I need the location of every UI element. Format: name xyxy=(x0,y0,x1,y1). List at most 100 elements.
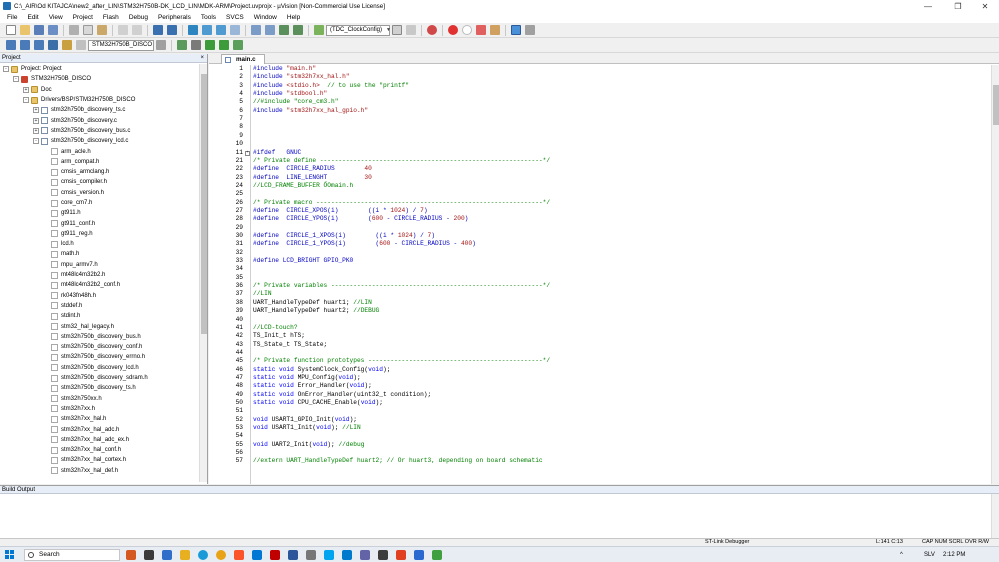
tree-item[interactable]: lcd.h xyxy=(0,239,199,249)
code-line[interactable]: 54 xyxy=(209,432,989,440)
tree-item[interactable]: stm32h7xx_hal.h xyxy=(0,414,199,424)
editor-scrollbar[interactable] xyxy=(991,65,999,484)
find-files-icon[interactable] xyxy=(314,25,324,35)
save-all-icon[interactable] xyxy=(48,25,58,35)
collapse-icon[interactable]: - xyxy=(13,76,19,83)
tree-item[interactable]: stm32h7xx_hal_conf.h xyxy=(0,445,199,455)
code-line[interactable]: 27 #define CIRCLE_XPOS(i) ((i * 1024) / 7… xyxy=(209,207,989,215)
taskbar-search-box[interactable]: Search xyxy=(24,549,120,561)
tree-item[interactable]: stm32h750b_discovery_conf.h xyxy=(0,342,199,352)
edge-browser-icon[interactable] xyxy=(198,550,208,560)
tree-item[interactable]: cmsis_armclang.h xyxy=(0,167,199,177)
comment-icon[interactable] xyxy=(279,25,289,35)
open-folder-icon[interactable] xyxy=(20,25,30,35)
fold-toggle-icon[interactable]: + xyxy=(245,150,250,156)
disable-all-breakpoints-icon[interactable] xyxy=(476,25,486,35)
code-line[interactable]: 8 xyxy=(209,123,989,131)
code-line[interactable]: 2 #include "stm32h7xx_hal.h" xyxy=(209,73,989,81)
tree-item[interactable]: - Project: Project xyxy=(0,64,199,74)
code-line[interactable]: 45 /* Private function prototypes -------… xyxy=(209,357,989,365)
expand-icon[interactable]: + xyxy=(33,107,39,114)
code-line[interactable]: 52 void USART1_GPIO_Init(void); xyxy=(209,416,989,424)
code-area[interactable]: 1 #include "main.h" 2 #include "stm32h7xx_h… xyxy=(209,65,991,484)
tree-item[interactable]: stm32h750xx.h xyxy=(0,394,199,404)
undo-icon[interactable] xyxy=(118,25,128,35)
chrome-browser-icon[interactable] xyxy=(216,550,226,560)
tree-item[interactable]: core_cm7.h xyxy=(0,198,199,208)
tree-item[interactable]: mpu_armv7.h xyxy=(0,260,199,270)
code-line[interactable]: 9 xyxy=(209,132,989,140)
close-panel-icon[interactable]: × xyxy=(200,54,204,63)
copy-icon[interactable] xyxy=(83,25,93,35)
tree-item[interactable]: stm32h750b_discovery_lcd.h xyxy=(0,363,199,373)
tree-item[interactable]: stm32h750b_discovery_sdram.h xyxy=(0,373,199,383)
code-line[interactable]: 11 + #ifdef GNUC xyxy=(209,149,989,157)
tree-item[interactable]: stm32h750b_discovery_ts.h xyxy=(0,383,199,393)
expand-icon[interactable]: + xyxy=(33,127,39,134)
kill-breakpoints-icon[interactable] xyxy=(490,25,500,35)
code-line[interactable]: 6 #include "stm32h7xx_hal_gpio.h" xyxy=(209,107,989,115)
project-tree-scroll-thumb[interactable] xyxy=(201,74,207,334)
tree-item[interactable]: stm32h7xx_hal_cortex.h xyxy=(0,455,199,465)
menu-flash[interactable]: Flash xyxy=(98,12,124,23)
task-view-icon[interactable] xyxy=(144,550,154,560)
tree-item[interactable]: cmsis_version.h xyxy=(0,188,199,198)
menu-help[interactable]: Help xyxy=(282,12,305,23)
acrobat-icon[interactable] xyxy=(270,550,280,560)
code-line[interactable]: 28 #define CIRCLE_YPOS(i) (600 - CIRCLE_R… xyxy=(209,215,989,223)
menu-view[interactable]: View xyxy=(44,12,68,23)
build-output-pane[interactable] xyxy=(0,494,999,538)
configure-icon[interactable] xyxy=(525,25,535,35)
menu-project[interactable]: Project xyxy=(68,12,98,23)
tree-item[interactable]: stm32h7xx_hal_adc.h xyxy=(0,424,199,434)
nav-forward-icon[interactable] xyxy=(167,25,177,35)
skype-icon[interactable] xyxy=(324,550,334,560)
tree-item[interactable]: cmsis_compiler.h xyxy=(0,177,199,187)
code-line[interactable]: 42 TS_Init_t hTS; xyxy=(209,332,989,340)
tree-item[interactable]: arm_acle.h xyxy=(0,146,199,156)
find-icon[interactable] xyxy=(406,25,416,35)
menu-edit[interactable]: Edit xyxy=(22,12,43,23)
tree-item[interactable]: stdint.h xyxy=(0,311,199,321)
tree-item[interactable]: - STM32H750B_DISCO xyxy=(0,74,199,84)
brave-browser-icon[interactable] xyxy=(234,550,244,560)
pack-installer-icon[interactable] xyxy=(233,40,243,50)
code-line[interactable]: 5 //#include "core_cm3.h" xyxy=(209,98,989,106)
code-line[interactable]: 21 /* Private define --------------------… xyxy=(209,157,989,165)
next-bookmark-icon[interactable] xyxy=(216,25,226,35)
tree-item[interactable]: stm32h7xx_hal_def.h xyxy=(0,466,199,476)
manage-project-icon[interactable] xyxy=(191,40,201,50)
language-indicator[interactable]: SLV xyxy=(924,547,935,562)
code-line[interactable]: 35 xyxy=(209,274,989,282)
app-icon-3[interactable] xyxy=(432,550,442,560)
tree-item[interactable]: math.h xyxy=(0,249,199,259)
tree-item[interactable]: stm32h7xx.h xyxy=(0,404,199,414)
tree-item[interactable]: - Drivers/BSP/STM32H750B_DISCO xyxy=(0,95,199,105)
minimize-button[interactable]: — xyxy=(914,0,942,12)
build-icon[interactable] xyxy=(20,40,30,50)
menu-window[interactable]: Window xyxy=(249,12,282,23)
collapse-icon[interactable]: - xyxy=(33,138,39,145)
save-icon[interactable] xyxy=(34,25,44,35)
target-combo[interactable]: STM32H750B_DISCO xyxy=(88,39,154,51)
tree-item[interactable]: + stm32h750b_discovery.c xyxy=(0,115,199,125)
prev-bookmark-icon[interactable] xyxy=(202,25,212,35)
tab-main-c[interactable]: main.c xyxy=(221,54,265,64)
tree-item[interactable]: rk043fn48h.h xyxy=(0,291,199,301)
cut-icon[interactable] xyxy=(69,25,79,35)
select-packs-icon[interactable] xyxy=(219,40,229,50)
nav-back-icon[interactable] xyxy=(153,25,163,35)
tree-item[interactable]: arm_compat.h xyxy=(0,157,199,167)
code-line[interactable]: 24 //LCD_FRAME_BUFFER ŐOmain.h xyxy=(209,182,989,190)
code-line[interactable]: 40 xyxy=(209,316,989,324)
code-line[interactable]: 3 #include <stdio.h> // to use the "print… xyxy=(209,82,989,90)
redo-icon[interactable] xyxy=(132,25,142,35)
editor-scroll-thumb[interactable] xyxy=(993,85,999,125)
windows-start-icon[interactable] xyxy=(5,550,14,559)
close-button[interactable]: ✕ xyxy=(971,0,999,12)
tree-item[interactable]: stm32h7xx_hal_adc_ex.h xyxy=(0,435,199,445)
bookmark-icon[interactable] xyxy=(188,25,198,35)
file-extensions-icon[interactable] xyxy=(177,40,187,50)
paste-icon[interactable] xyxy=(97,25,107,35)
news-widget-icon[interactable] xyxy=(126,550,136,560)
